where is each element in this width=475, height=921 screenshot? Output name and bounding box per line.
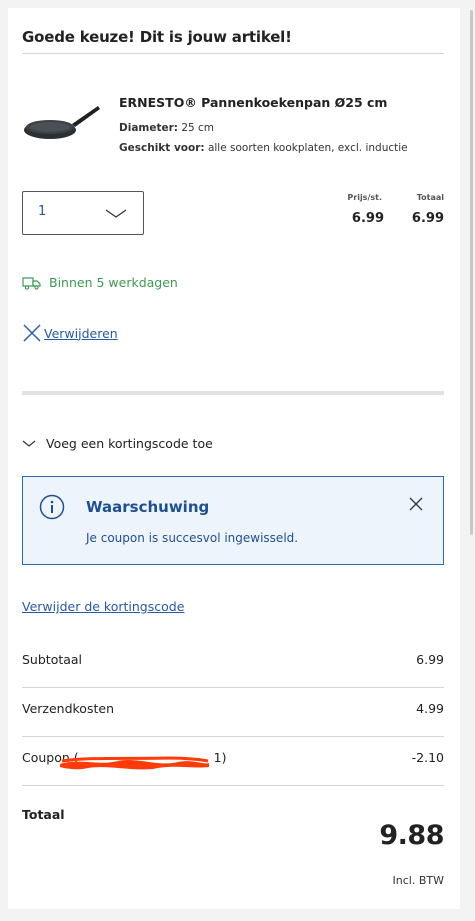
truck-icon — [22, 276, 41, 290]
coupon-toggle-label: Voeg een kortingscode toe — [46, 436, 213, 451]
divider — [22, 736, 444, 737]
remove-item-label: Verwijderen — [44, 325, 118, 341]
delivery-text: Binnen 5 werkdagen — [49, 275, 178, 290]
shipping-label: Verzendkosten — [22, 701, 114, 716]
quantity-select[interactable]: 1 — [22, 191, 144, 235]
suitable-label: Geschikt voor: — [119, 142, 205, 154]
coupon-label-end: 1) — [213, 750, 227, 765]
vat-note: Incl. BTW — [392, 874, 444, 887]
cart-card: Goede keuze! Dit is jouw artikel! ERNEST… — [8, 8, 460, 909]
subtotal-value: 6.99 — [416, 652, 444, 667]
coupon-alert: Waarschuwing Je coupon is succesvol inge… — [22, 476, 444, 565]
shipping-value: 4.99 — [416, 701, 444, 716]
unit-price-value: 6.99 — [351, 211, 384, 226]
suitable-value: alle soorten kookplaten, excl. inductie — [207, 142, 408, 154]
unit-price-label: Prijs/st. — [347, 193, 382, 202]
product-image — [24, 106, 100, 139]
product-suitable: Geschikt voor: alle soorten kookplaten, … — [119, 142, 408, 154]
product-name: ERNESTO® Pannenkoekenpan Ø25 cm — [119, 95, 388, 110]
coupon-value: -2.10 — [411, 750, 444, 765]
subtotal-label: Subtotaal — [22, 652, 83, 667]
section-divider — [22, 391, 444, 395]
close-icon — [23, 324, 41, 342]
line-total-label: Totaal — [416, 193, 444, 202]
divider — [22, 785, 444, 786]
order-total-value: 9.88 — [379, 820, 444, 851]
remove-item-button[interactable]: Verwijderen — [22, 323, 118, 343]
coupon-toggle[interactable]: Voeg een kortingscode toe — [22, 436, 213, 451]
delivery-info: Binnen 5 werkdagen — [22, 275, 178, 290]
divider — [22, 687, 444, 688]
product-diameter: Diameter: 25 cm — [119, 122, 214, 134]
chevron-down-icon — [22, 440, 36, 447]
page-title: Goede keuze! Dit is jouw artikel! — [22, 28, 292, 46]
close-alert-icon[interactable] — [409, 497, 423, 511]
redaction-mark — [60, 756, 209, 770]
scrollbar[interactable] — [470, 10, 473, 535]
diameter-value: 25 cm — [181, 122, 215, 134]
remove-coupon-link[interactable]: Verwijder de kortingscode — [22, 599, 184, 614]
chevron-down-icon — [105, 209, 127, 218]
order-total-label: Totaal — [22, 807, 65, 822]
alert-message: Je coupon is succesvol ingewisseld. — [86, 531, 299, 545]
divider — [22, 53, 444, 54]
diameter-label: Diameter: — [119, 122, 178, 134]
line-total-value: 6.99 — [411, 211, 444, 226]
alert-title: Waarschuwing — [86, 498, 210, 516]
info-icon — [39, 494, 65, 520]
quantity-value: 1 — [38, 204, 47, 219]
